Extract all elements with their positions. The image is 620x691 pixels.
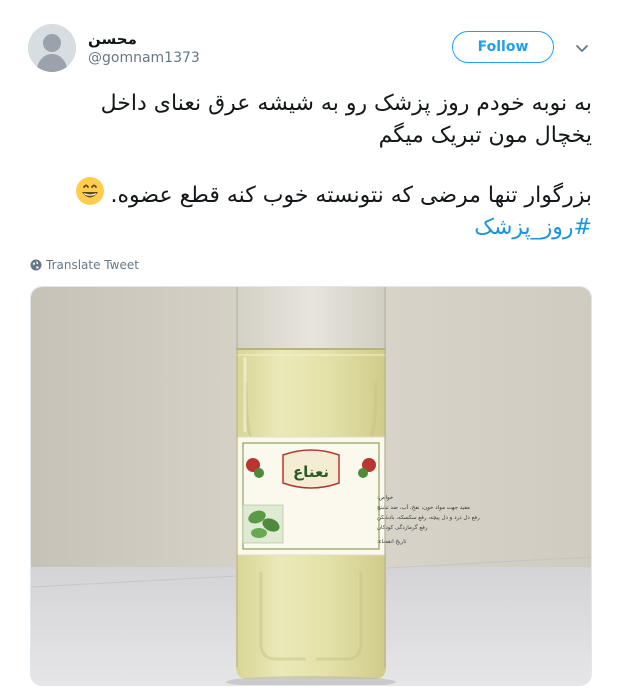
label-line: رفع دل درد و دل پیچه، رفع سکسکه، بادشکن [377,514,480,521]
tweet-text: به نوبه خودم روز پزشک رو به شیشه عرق نعن… [30,88,592,244]
tweet-line: یخچال مون تبریک میگم [378,123,592,148]
translate-tweet-link[interactable]: Translate Tweet [30,258,139,272]
tweet-line: بزرگوار تنها مرضی که نتونسته خوب کنه قطع… [30,176,592,212]
follow-button[interactable]: Follow [452,31,554,63]
default-avatar-icon [28,24,76,72]
tweet-card: محسن @gomnam1373 Follow به نوبه خودم روز… [0,0,620,691]
user-names[interactable]: محسن @gomnam1373 [88,30,200,68]
chevron-down-icon[interactable] [574,40,590,56]
hashtag-link[interactable]: #روز_پزشک [474,215,592,240]
tweet-line: به نوبه خودم روز پزشک رو به شیشه عرق نعن… [100,91,592,116]
label-line: مفید جهت مواد خون، نفخ، آب، ضد تشنج [377,504,470,511]
user-handle[interactable]: @gomnam1373 [88,48,200,68]
label-title: نعناع [293,463,329,481]
tweet-header: محسن @gomnam1373 Follow [28,24,598,76]
tweet-line: #روز_پزشک [30,212,592,244]
translate-label[interactable]: Translate Tweet [46,258,139,272]
tweet-line-text: بزرگوار تنها مرضی که نتونسته خوب کنه قطع… [110,183,592,208]
tweet-photo[interactable]: نعناع خواص: مفید جهت مواد خون، نفخ، آب، … [30,286,592,686]
label-line: تاریخ انقضاء: [377,539,407,545]
mint-water-bottle-photo: نعناع خواص: مفید جهت مواد خون، نفخ، آب، … [31,287,591,685]
grinning-face-icon [75,176,105,206]
avatar[interactable] [28,24,76,72]
globe-icon [30,259,42,271]
display-name[interactable]: محسن [88,30,200,48]
